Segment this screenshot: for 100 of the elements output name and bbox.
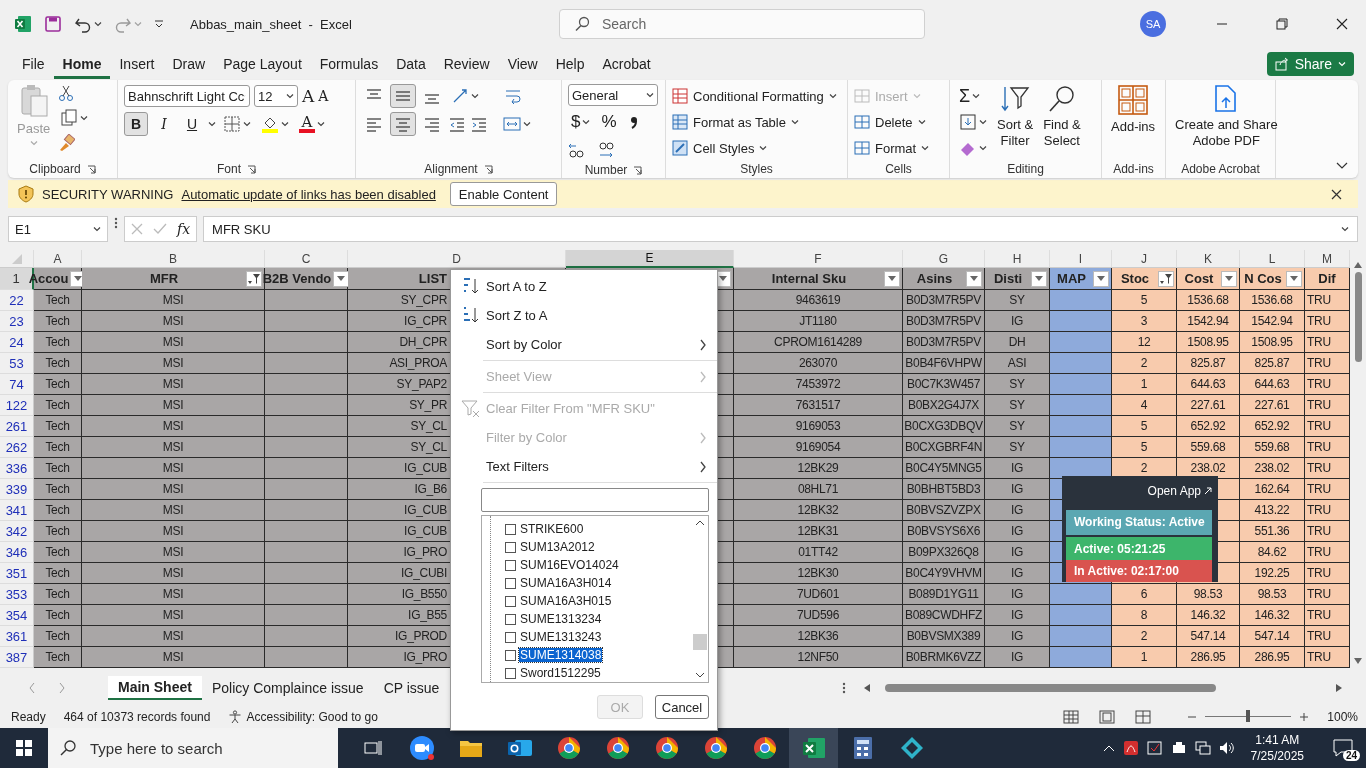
column-header[interactable]: I <box>1050 250 1112 268</box>
table-cell: IG <box>985 311 1050 332</box>
ribbon-tab[interactable]: Help <box>546 49 594 79</box>
percent-button[interactable]: % <box>601 112 617 132</box>
row-number[interactable]: 339 <box>0 479 34 500</box>
column-header[interactable]: J <box>1112 250 1177 268</box>
ribbon-tab[interactable]: Acrobat <box>593 49 660 79</box>
table-cell: SY <box>985 374 1050 395</box>
number-format-field[interactable]: General <box>568 84 658 106</box>
table-cell: B09PX326Q8 <box>903 542 985 563</box>
table-cell: 12BK36 <box>734 626 903 647</box>
row-number[interactable]: 53 <box>0 353 34 374</box>
share-button[interactable]: Share <box>1266 52 1354 76</box>
row-number[interactable]: 387 <box>0 647 34 668</box>
formula-field[interactable]: MFR SKU <box>203 216 1358 242</box>
create-pdf-button[interactable]: Create and Share Adobe PDF <box>1172 82 1281 160</box>
font-style-button[interactable]: I <box>152 112 176 136</box>
row-number[interactable]: 24 <box>0 332 34 353</box>
dialog-button[interactable]: Cancel <box>655 695 709 719</box>
font-style-button[interactable]: B <box>124 112 148 136</box>
sort-filter-button[interactable]: Sort & Filter <box>994 82 1037 160</box>
font-style-button[interactable]: U <box>180 112 204 136</box>
ribbon-tab[interactable]: File <box>13 49 54 79</box>
table-cell: IG <box>985 563 1050 584</box>
styles-button[interactable]: Format as Table <box>672 110 837 134</box>
styles-button[interactable]: Conditional Formatting <box>672 84 837 108</box>
column-header[interactable]: M <box>1305 250 1350 268</box>
row-number[interactable]: 353 <box>0 584 34 605</box>
ribbon-tab[interactable]: Insert <box>110 49 164 79</box>
column-header[interactable]: G <box>903 250 985 268</box>
grow-font-button[interactable]: A <box>302 86 315 106</box>
table-cell: 1 <box>1112 647 1177 668</box>
sheet-tab[interactable]: Main Sheet <box>108 676 202 700</box>
ribbon-tab[interactable]: Data <box>387 49 435 79</box>
table-cell: B089D1YG11 <box>903 584 985 605</box>
add-ins-button[interactable]: Add-ins <box>1108 82 1159 160</box>
row-number[interactable]: 261 <box>0 416 34 437</box>
row-number[interactable]: 361 <box>0 626 34 647</box>
currency-button[interactable]: $ <box>571 112 581 132</box>
insert-function-button[interactable]: fx <box>177 221 191 237</box>
name-box[interactable]: E1 <box>8 216 108 242</box>
row-number[interactable]: 22 <box>0 290 34 311</box>
taskbar-search-field[interactable]: Type here to search <box>48 728 338 768</box>
table-cell: 12BK30 <box>734 563 903 584</box>
row-number[interactable]: 74 <box>0 374 34 395</box>
cells-button[interactable]: Delete <box>854 110 930 134</box>
row-number[interactable]: 122 <box>0 395 34 416</box>
ribbon-tab[interactable]: View <box>498 49 547 79</box>
table-cell: TRU <box>1305 626 1350 647</box>
column-header[interactable]: D <box>348 250 566 268</box>
zoom-level[interactable]: 100% <box>1327 709 1358 724</box>
sheet-tab[interactable]: CP issue <box>373 676 450 700</box>
row-number[interactable]: 346 <box>0 542 34 563</box>
column-header[interactable]: F <box>734 250 903 268</box>
table-cell: 227.61 <box>1177 395 1240 416</box>
row-number[interactable]: 354 <box>0 605 34 626</box>
ribbon-tab[interactable]: Review <box>434 49 499 79</box>
styles-button[interactable]: Cell Styles <box>672 136 837 160</box>
open-app-link[interactable]: Open App <box>1147 480 1212 502</box>
column-header[interactable]: E <box>566 250 734 268</box>
row-number[interactable]: 351 <box>0 563 34 584</box>
user-avatar[interactable]: SA <box>1140 11 1166 37</box>
column-header[interactable]: A <box>34 250 82 268</box>
sheet-tab[interactable]: Policy Complaince issue <box>201 676 374 700</box>
table-cell: B0C4Y5MNG5 <box>903 458 985 479</box>
clock-date[interactable]: 7/25/2025 <box>1250 748 1304 764</box>
column-header[interactable]: B <box>82 250 265 268</box>
table-cell: Tech <box>34 416 82 437</box>
row-number[interactable]: 342 <box>0 521 34 542</box>
column-header[interactable]: L <box>1240 250 1305 268</box>
enable-content-button[interactable]: Enable Content <box>449 182 558 206</box>
table-cell: B0CXG3DBQV <box>903 416 985 437</box>
search-field[interactable]: Search <box>558 9 925 39</box>
table-cell: Tech <box>34 353 82 374</box>
warning-link[interactable]: Automatic update of links has been disabled <box>181 186 436 202</box>
column-header[interactable]: H <box>985 250 1050 268</box>
table-cell: 7453972 <box>734 374 903 395</box>
ribbon-tab[interactable]: Draw <box>163 49 215 79</box>
column-header[interactable]: K <box>1177 250 1240 268</box>
accessibility-status[interactable]: Accessibility: Good to go <box>246 709 378 724</box>
font-color-button[interactable]: A <box>301 115 313 129</box>
table-cell: IG <box>985 500 1050 521</box>
cells-button[interactable]: Format <box>854 136 930 160</box>
table-cell: MSI <box>82 542 265 563</box>
table-cell: Tech <box>34 311 82 332</box>
font-size-field[interactable]: 12 <box>254 85 298 107</box>
column-header[interactable]: C <box>265 250 348 268</box>
shrink-font-button[interactable]: A <box>318 88 329 104</box>
font-name-field[interactable]: Bahnschrift Light Cc <box>124 85 250 107</box>
row-number[interactable]: 23 <box>0 311 34 332</box>
ribbon-tab[interactable]: Page Layout <box>214 49 311 79</box>
ribbon-tab[interactable]: Formulas <box>310 49 388 79</box>
autosum-button[interactable]: Σ <box>959 85 971 107</box>
list-item[interactable]: SUME1314038 <box>519 648 603 662</box>
row-number[interactable]: 341 <box>0 500 34 521</box>
find-select-button[interactable]: Find & Select <box>1040 82 1084 160</box>
row-number[interactable]: 336 <box>0 458 34 479</box>
list-item[interactable]: Sword1512295 <box>519 666 602 680</box>
row-number[interactable]: 262 <box>0 437 34 458</box>
clock-time[interactable]: 1:41 AM <box>1255 732 1300 748</box>
